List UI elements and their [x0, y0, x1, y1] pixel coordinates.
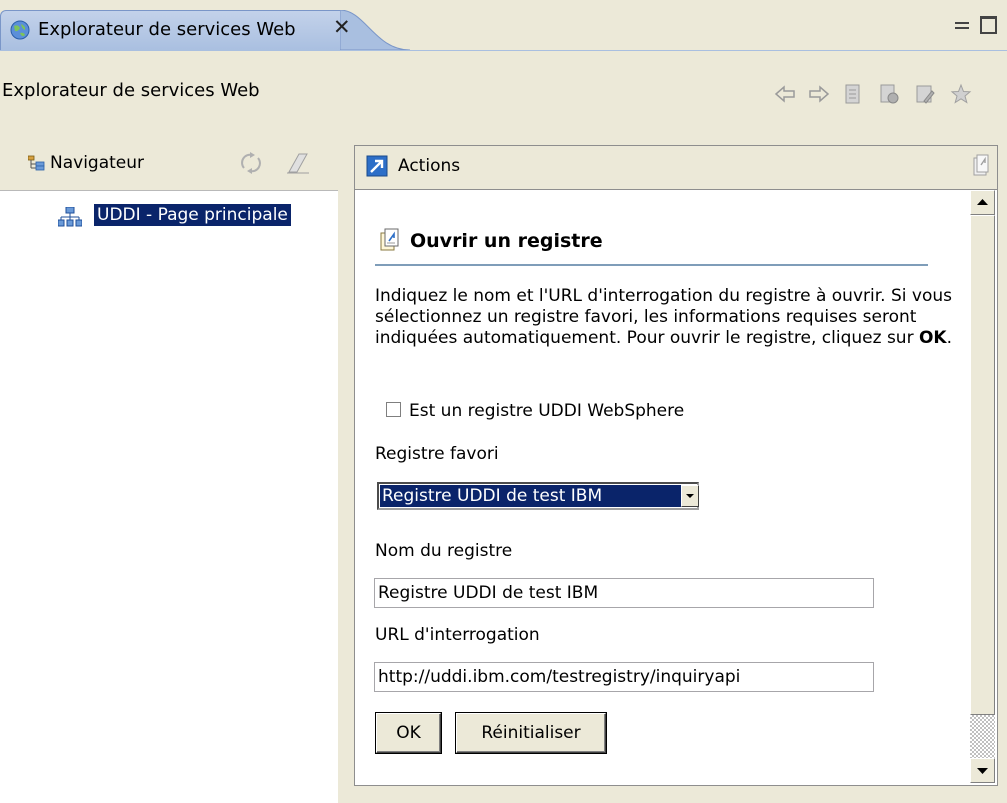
arrow-down-icon [977, 768, 988, 774]
pane-splitter[interactable] [338, 128, 354, 803]
tab-title: Explorateur de services Web [38, 19, 296, 40]
ok-button[interactable]: OK [376, 713, 441, 753]
favorites-star-icon[interactable] [950, 83, 972, 105]
chevron-down-icon [686, 494, 694, 498]
dropdown-button[interactable] [681, 485, 699, 507]
document-settings-icon[interactable] [878, 83, 900, 105]
favorite-registry-label: Registre favori [375, 444, 499, 464]
navigator-pane [0, 128, 339, 803]
refresh-icon[interactable] [238, 150, 264, 176]
globe-icon [10, 20, 30, 40]
document-icon[interactable] [842, 83, 864, 105]
actions-arrow-icon [366, 155, 388, 177]
tree-item-uddi-main-page[interactable]: UDDI - Page principale [94, 204, 291, 226]
scroll-up-button[interactable] [970, 190, 995, 215]
favorite-registry-value[interactable]: Registre UDDI de test IBM [380, 485, 682, 507]
registry-name-input[interactable]: Registre UDDI de test IBM [374, 578, 874, 608]
websphere-checkbox-label[interactable]: Est un registre UDDI WebSphere [409, 401, 684, 421]
actions-title: Actions [398, 156, 461, 176]
scroll-down-button[interactable] [970, 758, 995, 783]
scroll-thumb[interactable] [970, 215, 995, 715]
navigator-title: Navigateur [50, 153, 145, 173]
properties-icon[interactable] [914, 83, 936, 105]
open-registry-icon [380, 228, 399, 251]
arrow-up-icon [977, 199, 988, 205]
open-registry-icon[interactable] [972, 153, 990, 177]
description-ok-emph: OK [918, 328, 947, 348]
forward-arrow-icon[interactable] [808, 83, 830, 105]
registry-name-label: Nom du registre [375, 541, 513, 561]
description-end: . [946, 328, 953, 348]
explorer-title: Explorateur de services Web [2, 80, 260, 101]
inquiry-url-input[interactable]: http://uddi.ibm.com/testregistry/inquiry… [374, 662, 874, 692]
close-icon[interactable]: ✕ [333, 15, 351, 39]
form-description: Indiquez le nom et l'URL d'interrogation… [375, 286, 960, 349]
clear-icon[interactable] [285, 150, 311, 176]
description-text: Indiquez le nom et l'URL d'interrogation… [375, 286, 952, 348]
reset-button[interactable]: Réinitialiser [456, 713, 606, 753]
scroll-track[interactable] [970, 715, 995, 758]
uddi-registry-icon [58, 207, 82, 227]
websphere-checkbox[interactable] [386, 402, 401, 417]
section-divider [375, 264, 928, 266]
minimize-icon[interactable] [955, 22, 969, 29]
section-title: Ouvrir un registre [410, 230, 603, 252]
inquiry-url-label: URL d'interrogation [375, 625, 540, 645]
navigator-tree-icon [28, 155, 45, 171]
back-arrow-icon[interactable] [774, 83, 796, 105]
maximize-icon[interactable] [980, 16, 997, 34]
